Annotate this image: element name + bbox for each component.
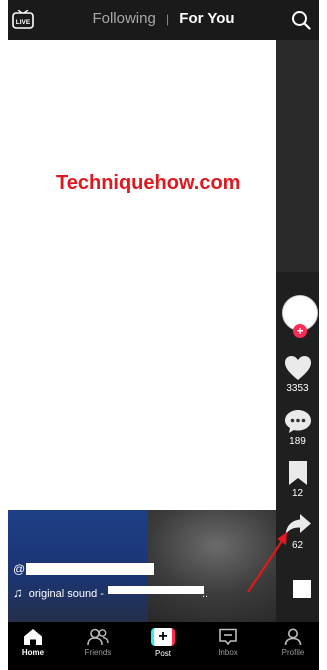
save-button[interactable]: 12: [276, 460, 319, 499]
annotation-arrow-icon: [247, 532, 287, 593]
tab-separator: |: [165, 12, 170, 26]
sound-redaction: [108, 586, 204, 594]
nav-inbox-label: Inbox: [218, 648, 238, 657]
username-redaction: [26, 563, 154, 575]
watermark-text: Techniquehow.com: [56, 172, 241, 194]
comment-count: 189: [289, 436, 306, 447]
search-icon[interactable]: [291, 10, 311, 30]
tab-for-you[interactable]: For You: [179, 10, 234, 27]
post-icon: +: [151, 628, 175, 646]
creator-avatar[interactable]: +: [282, 295, 318, 338]
sound-label: original sound -: [28, 588, 104, 600]
top-bar: LIVE Following | For You: [8, 0, 319, 40]
bookmark-icon: [288, 461, 307, 485]
friends-icon: [87, 628, 109, 646]
follow-plus-icon[interactable]: +: [293, 324, 307, 338]
heart-icon: [284, 356, 311, 380]
comment-button[interactable]: 189: [276, 408, 319, 447]
feed-tabs: Following | For You: [8, 10, 319, 27]
nav-post[interactable]: + Post: [132, 628, 194, 658]
profile-icon: [284, 628, 302, 646]
nav-home[interactable]: Home: [8, 628, 64, 657]
nav-profile-label: Profile: [281, 648, 305, 657]
home-icon: [24, 629, 42, 645]
nav-inbox[interactable]: Inbox: [197, 628, 259, 657]
nav-post-label: Post: [154, 649, 171, 658]
like-count: 3353: [286, 383, 309, 394]
like-button[interactable]: 3353: [276, 355, 319, 394]
creator-username[interactable]: @: [13, 562, 25, 576]
nav-home-label: Home: [21, 648, 45, 657]
nav-friends-label: Friends: [84, 648, 112, 657]
music-note-icon: ♫: [13, 585, 23, 600]
bottom-navigation: Home Friends + Post Inbox Profile: [8, 622, 319, 670]
redaction-overlay: [8, 40, 276, 510]
comment-icon: [284, 410, 311, 433]
inbox-icon: [219, 628, 237, 646]
save-count: 12: [291, 488, 304, 499]
sound-disc[interactable]: [293, 580, 311, 598]
nav-friends[interactable]: Friends: [67, 628, 129, 657]
video-feed-screen: Techniquehow.com LIVE Following | For Yo…: [8, 0, 319, 670]
nav-profile[interactable]: Profile: [262, 628, 319, 657]
tab-following[interactable]: Following: [92, 10, 155, 27]
